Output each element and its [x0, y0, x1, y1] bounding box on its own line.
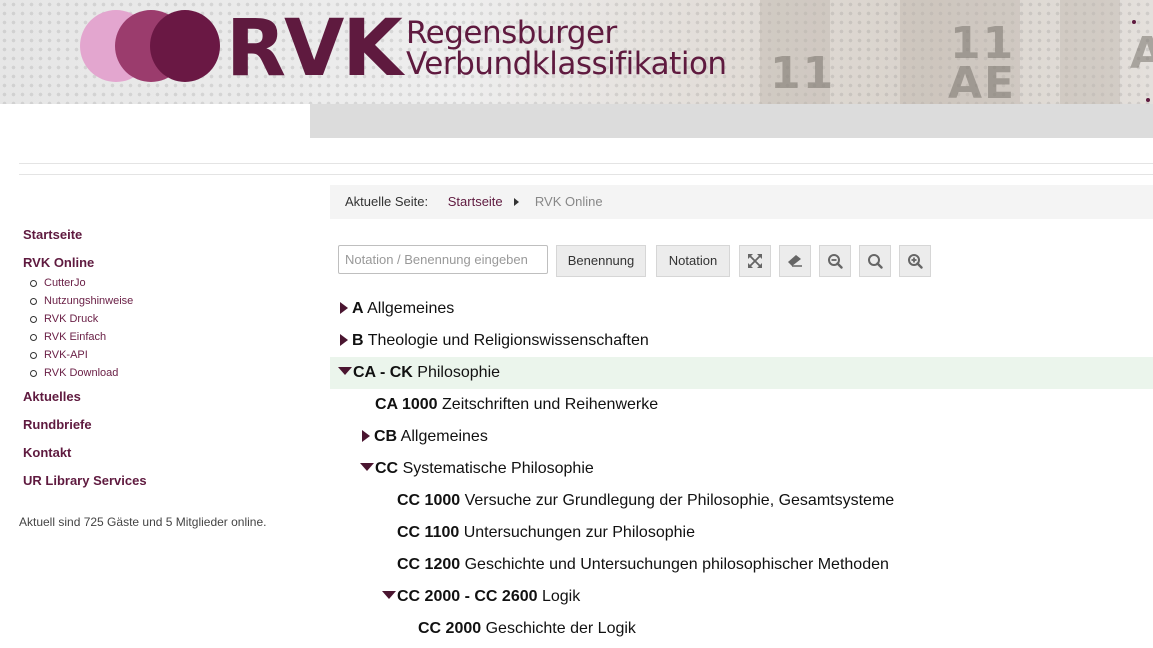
divider: [19, 174, 1153, 175]
breadcrumb-home-link[interactable]: Startseite: [448, 194, 503, 209]
banner-decor: 11: [770, 48, 836, 99]
online-status: Aktuell sind 725 Gäste und 5 Mitglieder …: [19, 515, 267, 529]
sidebar-item-startseite[interactable]: Startseite: [23, 226, 303, 254]
tree-row[interactable]: CC 2000 Geschichte der Logik: [330, 613, 1153, 645]
tree-notation: CC 1100: [397, 524, 460, 541]
breadcrumb-current: RVK Online: [534, 194, 603, 209]
banner-decor: A: [1130, 28, 1153, 79]
breadcrumb: Aktuelle Seite: Startseite RVK Online: [330, 185, 1153, 219]
benennung-button[interactable]: Benennung: [556, 245, 646, 277]
tree-notation: CC: [375, 460, 399, 477]
tree-notation: CC 1200: [397, 556, 461, 573]
sidebar-item-ur-library-services[interactable]: UR Library Services: [23, 472, 303, 500]
logo-circle-dark: [150, 10, 220, 82]
tree-label: Systematische Philosophie: [402, 460, 594, 477]
zoom-out-icon: [828, 254, 843, 269]
sidebar-nav: Startseite RVK Online CutterJo Nutzungsh…: [23, 226, 303, 500]
search-icon: [868, 254, 883, 269]
header-banner: 11 11 AE A RVK Regensburger Verbundklass…: [0, 0, 1153, 104]
tree-notation: CA - CK: [353, 364, 413, 381]
zoom-out-button[interactable]: [819, 245, 851, 277]
tree-label: Geschichte und Untersuchungen philosophi…: [464, 556, 889, 573]
logo-subtitle-1: Regensburger: [406, 15, 617, 51]
tree-label: Allgemeines: [400, 428, 488, 445]
expand-icon: [748, 254, 762, 268]
collapse-arrow-icon[interactable]: [360, 463, 374, 471]
eraser-icon: [788, 255, 802, 267]
banner-decor: AE: [948, 58, 1017, 104]
sidebar-item-rundbriefe[interactable]: Rundbriefe: [23, 416, 303, 444]
top-navbar: [310, 104, 1153, 138]
search-input[interactable]: [338, 245, 548, 274]
sidebar-item-aktuelles[interactable]: Aktuelles: [23, 388, 303, 416]
banner-decor: [1132, 20, 1136, 24]
sidebar-subitem-cutterjo[interactable]: CutterJo: [30, 276, 303, 294]
breadcrumb-separator-icon: [514, 198, 520, 206]
tree-row[interactable]: A Allgemeines: [330, 293, 1153, 325]
sidebar-subnav: CutterJo Nutzungshinweise RVK Druck RVK …: [23, 276, 303, 384]
classification-tree: A Allgemeines B Theologie und Religionsw…: [330, 293, 1153, 645]
tree-label: Philosophie: [417, 364, 501, 381]
tree-notation: A: [352, 300, 364, 317]
tree-label: Zeitschriften und Reihenwerke: [442, 396, 659, 413]
tree-notation: B: [352, 332, 364, 349]
tree-label: Geschichte der Logik: [485, 620, 636, 637]
banner-decor: [1060, 0, 1120, 104]
tree-notation: CC 2000: [418, 620, 482, 637]
tree-notation: CC 1000: [397, 492, 461, 509]
expand-button[interactable]: [739, 245, 771, 277]
tree-row[interactable]: CC 1000 Versuche zur Grundlegung der Phi…: [330, 485, 1153, 517]
tree-label: Untersuchungen zur Philosophie: [463, 524, 695, 541]
expand-arrow-icon[interactable]: [362, 430, 370, 442]
tree-row-active[interactable]: CA - CK Philosophie: [330, 357, 1153, 389]
tree-label: Versuche zur Grundlegung der Philosophie…: [464, 492, 895, 509]
tree-row[interactable]: CC 1200 Geschichte und Untersuchungen ph…: [330, 549, 1153, 581]
tree-notation: CB: [374, 428, 398, 445]
sidebar-subitem-rvk-einfach[interactable]: RVK Einfach: [30, 330, 303, 348]
expand-arrow-icon[interactable]: [340, 302, 348, 314]
zoom-in-icon: [908, 254, 923, 269]
tree-label: Logik: [541, 588, 581, 605]
tree-label: Theologie und Religionswissenschaften: [367, 332, 649, 349]
sidebar-subitem-nutzungshinweise[interactable]: Nutzungshinweise: [30, 294, 303, 312]
tree-row[interactable]: CC Systematische Philosophie: [330, 453, 1153, 485]
sidebar-item-kontakt[interactable]: Kontakt: [23, 444, 303, 472]
sidebar-subitem-rvk-download[interactable]: RVK Download: [30, 366, 303, 384]
tree-notation: CA 1000: [375, 396, 438, 413]
logo-text: RVK: [226, 4, 403, 94]
logo-subtitle-2: Verbundklassifikation: [406, 46, 727, 82]
collapse-arrow-icon[interactable]: [382, 591, 396, 599]
tree-row[interactable]: CB Allgemeines: [330, 421, 1153, 453]
clear-button[interactable]: [779, 245, 811, 277]
tree-notation: CC 2000 - CC 2600: [397, 588, 538, 605]
zoom-in-button[interactable]: [899, 245, 931, 277]
sidebar-subitem-rvk-druck[interactable]: RVK Druck: [30, 312, 303, 330]
notation-button[interactable]: Notation: [656, 245, 730, 277]
banner-decor: [1146, 98, 1150, 102]
search-button[interactable]: [859, 245, 891, 277]
collapse-arrow-icon[interactable]: [338, 367, 352, 375]
tree-row[interactable]: CA 1000 Zeitschriften und Reihenwerke: [330, 389, 1153, 421]
divider: [19, 163, 1153, 164]
tree-label: Allgemeines: [367, 300, 455, 317]
sidebar-subitem-rvk-api[interactable]: RVK-API: [30, 348, 303, 366]
tree-row[interactable]: CC 2000 - CC 2600 Logik: [330, 581, 1153, 613]
expand-arrow-icon[interactable]: [340, 334, 348, 346]
tree-row[interactable]: B Theologie und Religionswissenschaften: [330, 325, 1153, 357]
breadcrumb-prefix: Aktuelle Seite:: [345, 194, 429, 209]
tree-row[interactable]: CC 1100 Untersuchungen zur Philosophie: [330, 517, 1153, 549]
